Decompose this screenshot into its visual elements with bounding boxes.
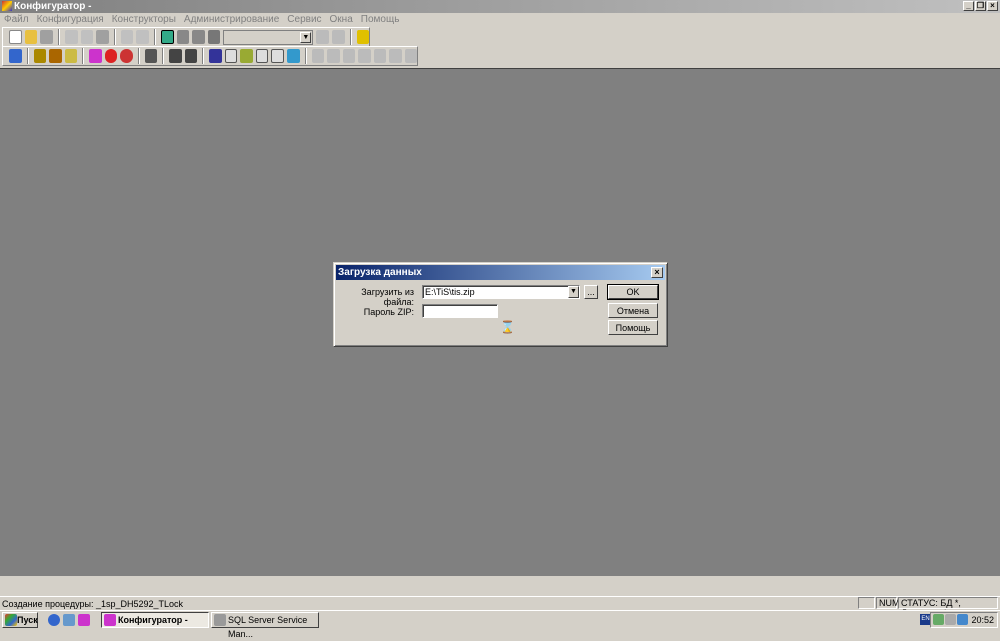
sql-server-icon — [214, 614, 226, 626]
syntax-icon[interactable] — [160, 30, 174, 44]
disabled-tool-3-icon[interactable] — [342, 49, 356, 63]
menu-windows[interactable]: Окна — [330, 13, 353, 27]
task-label: SQL Server Service Man... — [228, 615, 308, 639]
paste-icon[interactable] — [96, 30, 109, 44]
task-configurator[interactable]: Конфигуратор - — [101, 612, 209, 628]
sql-service-icon[interactable] — [945, 614, 956, 625]
find-prev-icon[interactable] — [331, 30, 345, 44]
active-users-icon[interactable] — [64, 49, 77, 63]
menu-file[interactable]: Файл — [4, 13, 29, 27]
disabled-tool-4-icon[interactable] — [358, 49, 371, 63]
status-panel-empty — [858, 597, 875, 609]
dialog-close-button[interactable]: × — [651, 267, 663, 278]
find-icon[interactable] — [207, 30, 221, 44]
status-message: Создание процедуры: _1sp_DH5292_TLock — [2, 599, 184, 609]
help-icon[interactable] — [356, 30, 370, 44]
disabled-tool-1-icon[interactable] — [311, 49, 325, 63]
print-icon[interactable] — [120, 30, 134, 44]
outlook-icon[interactable] — [63, 614, 75, 626]
menu-configuration[interactable]: Конфигурация — [37, 13, 104, 27]
task-label: Конфигуратор - — [118, 615, 188, 625]
constructor-5-icon[interactable] — [271, 49, 285, 63]
restore-button[interactable]: ❐ — [975, 1, 986, 11]
toolbar-standard: ▼ — [2, 27, 370, 47]
disabled-tool-6-icon[interactable] — [389, 49, 402, 63]
status-bar: Создание процедуры: _1sp_DH5292_TLock — [0, 596, 1000, 610]
debugger-icon[interactable] — [144, 49, 157, 63]
minimize-button[interactable]: _ — [963, 1, 974, 11]
users-icon[interactable] — [33, 49, 46, 63]
title-bar: Конфигуратор - _ ❐ × — [0, 0, 1000, 13]
cancel-button[interactable]: Отмена — [608, 303, 658, 318]
agent-icon[interactable] — [957, 614, 968, 625]
windows-logo-icon — [5, 614, 17, 626]
file-value: E:\TiS\tis.zip — [425, 287, 475, 297]
cut-icon[interactable] — [64, 30, 78, 44]
upload-icon[interactable] — [169, 49, 182, 63]
copy-icon[interactable] — [80, 30, 94, 44]
start-label: Пуск — [17, 615, 38, 625]
dialog-title-bar: Загрузка данных × — [336, 265, 665, 280]
constructor-6-icon[interactable] — [287, 49, 300, 63]
find-next-icon[interactable] — [316, 30, 329, 44]
redo-icon[interactable] — [192, 30, 205, 44]
app-icon — [2, 1, 12, 11]
status-num: NUM — [876, 597, 900, 609]
menu-constructors[interactable]: Конструкторы — [112, 13, 176, 27]
constructor-3-icon[interactable] — [240, 49, 253, 63]
close-button[interactable]: × — [987, 1, 998, 11]
constructor-1-icon[interactable] — [209, 49, 222, 63]
rights-icon[interactable] — [49, 49, 62, 63]
constructor-2-icon[interactable] — [224, 49, 238, 63]
ok-button[interactable]: OK — [607, 284, 659, 300]
1c-icon[interactable] — [78, 614, 90, 626]
browse-button[interactable]: ... — [584, 285, 598, 299]
start-button[interactable]: Пуск — [2, 612, 38, 628]
toolbar-config — [2, 46, 418, 66]
help-button[interactable]: Помощь — [608, 320, 658, 335]
tree-icon[interactable] — [9, 49, 22, 63]
download-icon[interactable] — [184, 49, 197, 63]
print-preview-icon[interactable] — [136, 30, 149, 44]
menu-administration[interactable]: Администрирование — [184, 13, 279, 27]
system-tray: 20:52 — [930, 612, 998, 628]
app-icon — [104, 614, 116, 626]
password-input[interactable] — [422, 304, 498, 318]
stop-icon[interactable] — [104, 49, 117, 63]
file-label: Загрузить из файла: — [361, 287, 414, 307]
chevron-down-icon[interactable]: ▼ — [568, 286, 579, 298]
menu-bar: Файл Конфигурация Конструкторы Администр… — [0, 13, 1000, 27]
task-sql-server[interactable]: SQL Server Service Man... — [211, 612, 319, 639]
hourglass-icon: ⌛ — [500, 320, 515, 334]
monitor-icon[interactable] — [120, 49, 133, 63]
menu-service[interactable]: Сервис — [287, 13, 321, 27]
menu-help[interactable]: Помощь — [361, 13, 400, 27]
window-title: Конфигуратор - — [14, 1, 92, 12]
taskbar: Пуск Конфигуратор - SQL Server Service M… — [0, 610, 1000, 639]
disabled-tool-2-icon[interactable] — [327, 49, 340, 63]
constructor-4-icon[interactable] — [255, 49, 269, 63]
search-combo[interactable]: ▼ — [223, 29, 314, 45]
config-icon[interactable] — [89, 49, 102, 63]
open-icon[interactable] — [24, 30, 38, 44]
clock[interactable]: 20:52 — [971, 613, 994, 627]
disabled-tool-5-icon[interactable] — [373, 49, 387, 63]
internet-explorer-icon[interactable] — [48, 614, 60, 626]
load-data-dialog: Загрузка данных × Загрузить из файла: E:… — [333, 262, 668, 347]
status-state: СТАТУС: БД *, Документ * — [898, 597, 998, 618]
save-icon[interactable] — [40, 30, 53, 44]
file-combo[interactable]: E:\TiS\tis.zip ▼ — [422, 285, 580, 299]
network-icon[interactable] — [933, 614, 944, 625]
new-icon[interactable] — [9, 30, 22, 44]
password-label: Пароль ZIP: — [363, 307, 414, 317]
undo-icon[interactable] — [176, 30, 190, 44]
chevron-down-icon[interactable]: ▼ — [300, 31, 312, 43]
dialog-title: Загрузка данных — [338, 267, 422, 278]
disabled-tool-7-icon[interactable] — [404, 49, 418, 63]
